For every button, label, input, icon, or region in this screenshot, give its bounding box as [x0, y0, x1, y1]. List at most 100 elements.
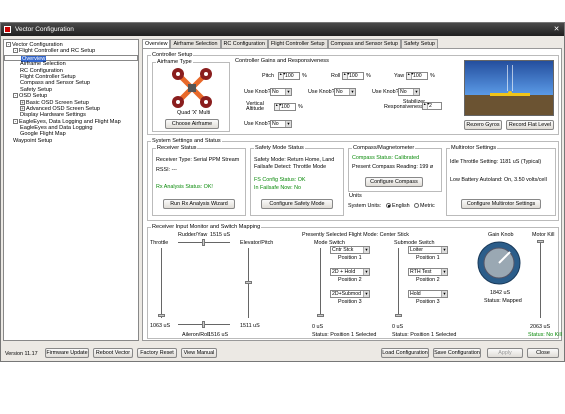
submode-position-1-select[interactable]: Loiter ▼	[408, 246, 448, 254]
configure-multirotor-button[interactable]: Configure Multirotor Settings	[461, 199, 541, 209]
save-configuration-button[interactable]: Save Configuration	[433, 348, 481, 358]
tab-compass-and-sensor-setup[interactable]: Compass and Sensor Setup	[327, 39, 401, 48]
roll-knob-select[interactable]: No ▼	[334, 88, 356, 96]
yaw-knob-label: Use Knob?	[372, 89, 399, 95]
tree-item[interactable]: Waypoint Setup	[4, 138, 138, 144]
pitch-spinner[interactable]: ▲▼ 100	[278, 72, 300, 80]
expand-icon[interactable]: +	[20, 105, 25, 111]
rudder-indicator	[202, 239, 205, 246]
compass-status: Compass Status: Calibrated	[352, 155, 420, 161]
view-manual-button[interactable]: View Manual	[181, 348, 217, 358]
pitch-knob-select[interactable]: No ▼	[270, 88, 292, 96]
mode-position-2-label: Position 2	[338, 277, 362, 283]
units-metric-radio[interactable]: Metric	[414, 203, 435, 209]
navigation-tree: - Vector Configuration - Flight Controller …	[3, 39, 139, 341]
submode-track	[398, 248, 399, 316]
choose-airframe-button[interactable]: Choose Airframe	[165, 119, 219, 129]
yaw-spinner[interactable]: ▲▼ 100	[406, 72, 428, 80]
tab-bar: Overview Airframe Selection RC Configurati…	[142, 39, 438, 49]
throttle-value: 1063 uS	[150, 323, 171, 329]
tab-safety-setup[interactable]: Safety Setup	[400, 39, 438, 48]
tree-item-label: Waypoint Setup	[13, 137, 53, 144]
expand-icon[interactable]: +	[20, 99, 25, 105]
tree-item-label: Basic OSD Screen Setup	[26, 99, 89, 106]
vertical-spinner[interactable]: ▲▼ 100	[274, 103, 296, 111]
airframe-type-title: Airframe Type	[156, 59, 193, 66]
radio-icon	[414, 203, 419, 209]
bottom-bar: Version 11.17 Firmware Update Reboot Vec…	[1, 345, 564, 361]
gain-knob-dial[interactable]	[476, 240, 522, 286]
rezero-gyros-button[interactable]: Rezero Gyros	[464, 120, 502, 130]
mode-position-2-select[interactable]: 2D + Hold ▼	[330, 268, 370, 276]
rx-analysis-button[interactable]: Run Rx Analysis Wizard	[163, 199, 235, 209]
aileron-value: 1516 uS	[208, 332, 229, 338]
rssi: RSSI: ---	[156, 167, 177, 173]
tree-item-label: Compass and Sensor Setup	[20, 80, 90, 87]
chevron-down-icon: ▼	[363, 247, 369, 253]
tree-item-label: EagleEyes, Data Logging and Flight Map	[19, 118, 121, 125]
vertical-knob-select[interactable]: No ▼	[270, 120, 292, 128]
submode-position-3-label: Position 3	[416, 299, 440, 305]
vertical-label: Vertical Altitude	[246, 101, 264, 112]
reboot-vector-button[interactable]: Reboot Vector	[93, 348, 133, 358]
units-english-radio[interactable]: English	[386, 203, 410, 209]
airframe-type-group: Airframe Type Quad 'X' Multi Choose Airf…	[152, 59, 230, 132]
units-title: Units	[348, 193, 363, 200]
submode-position-2-label: Position 2	[416, 277, 440, 283]
quad-x-icon	[172, 68, 212, 108]
mode-position-3-select[interactable]: 2D+Submod ▼	[330, 290, 370, 298]
apply-button[interactable]: Apply	[487, 348, 523, 358]
submode-position-3-select[interactable]: Hold ▼	[408, 290, 448, 298]
yaw-knob-select[interactable]: No ▼	[398, 88, 420, 96]
chevron-down-icon: ▼	[441, 247, 447, 253]
configure-compass-button[interactable]: Configure Compass	[365, 177, 423, 187]
submode-position-1-label: Position 1	[416, 255, 440, 261]
failsafe-now: In Failsafe Now: No	[254, 185, 302, 191]
load-configuration-button[interactable]: Load Configuration	[381, 348, 429, 358]
collapse-icon[interactable]: -	[13, 118, 18, 124]
tab-flight-controller-setup[interactable]: Flight Controller Setup	[267, 39, 328, 48]
rudder-value: 1515 uS	[210, 232, 231, 238]
mode-status: Status: Position 1 Selected	[312, 332, 377, 338]
motor-kill-label: Motor Kill	[532, 232, 555, 238]
close-button[interactable]: Close	[527, 348, 559, 358]
mode-switch-indicator	[317, 314, 324, 317]
mode-switch-value: 0 uS	[312, 324, 324, 330]
elevator-value: 1511 uS	[240, 323, 260, 329]
collapse-icon[interactable]: -	[6, 42, 11, 48]
rx-analysis-status: Rx Analysis Status: OK!	[156, 184, 213, 190]
chevron-down-icon: ▼	[441, 291, 447, 297]
controller-setup-title: Controller Setup	[151, 52, 194, 59]
submode-status: Status: Position 1 Selected	[392, 332, 457, 338]
tree-item-label: Airframe Selection	[20, 61, 66, 68]
throttle-label: Throttle	[150, 240, 169, 246]
gains-title: Controller Gains and Responsiveness	[234, 58, 330, 65]
record-flat-level-button[interactable]: Record Flat Level	[506, 120, 554, 130]
title-bar: Vector Configuration ✕	[1, 23, 564, 36]
window-title: Vector Configuration	[15, 26, 74, 33]
close-icon[interactable]: ✕	[552, 25, 561, 34]
roll-knob-label: Use Knob?	[308, 89, 335, 95]
tree-item-label: Advanced OSD Screen Setup	[26, 105, 101, 112]
safety-status-group: Safety Mode Status Safety Mode: Return H…	[250, 145, 344, 216]
tab-rc-configuration[interactable]: RC Configuration	[220, 39, 268, 48]
tree-item-label: Flight Controller Setup	[20, 73, 76, 80]
yaw-label: Yaw	[394, 73, 405, 79]
units-group: Units System Units: English Metric	[348, 193, 442, 216]
stabilizer-spinner[interactable]: ▲▼ 2	[422, 102, 442, 110]
firmware-update-button[interactable]: Firmware Update	[45, 348, 89, 358]
elevator-label: Elevator/Pitch	[240, 240, 274, 246]
mode-position-1-select[interactable]: Cntr Stck ▼	[330, 246, 370, 254]
receiver-type: Receiver Type: Serial PPM Stream	[156, 157, 240, 163]
submode-position-2-select[interactable]: RTH Test ▼	[408, 268, 448, 276]
collapse-icon[interactable]: -	[13, 93, 18, 99]
factory-reset-button[interactable]: Factory Reset	[137, 348, 177, 358]
collapse-icon[interactable]: -	[13, 48, 18, 54]
receiver-status-title: Receiver Status	[156, 145, 198, 152]
tab-airframe-selection[interactable]: Airframe Selection	[170, 39, 221, 48]
roll-spinner[interactable]: ▲▼ 100	[342, 72, 364, 80]
configure-safety-button[interactable]: Configure Safety Mode	[261, 199, 333, 209]
gain-knob-value: 1842 uS	[490, 290, 511, 296]
idle-throttle: Idle Throttle Setting: 1181 uS (Typical)	[450, 159, 542, 165]
overview-panel: Controller Setup Airframe Type Quad 'X' …	[142, 48, 562, 341]
